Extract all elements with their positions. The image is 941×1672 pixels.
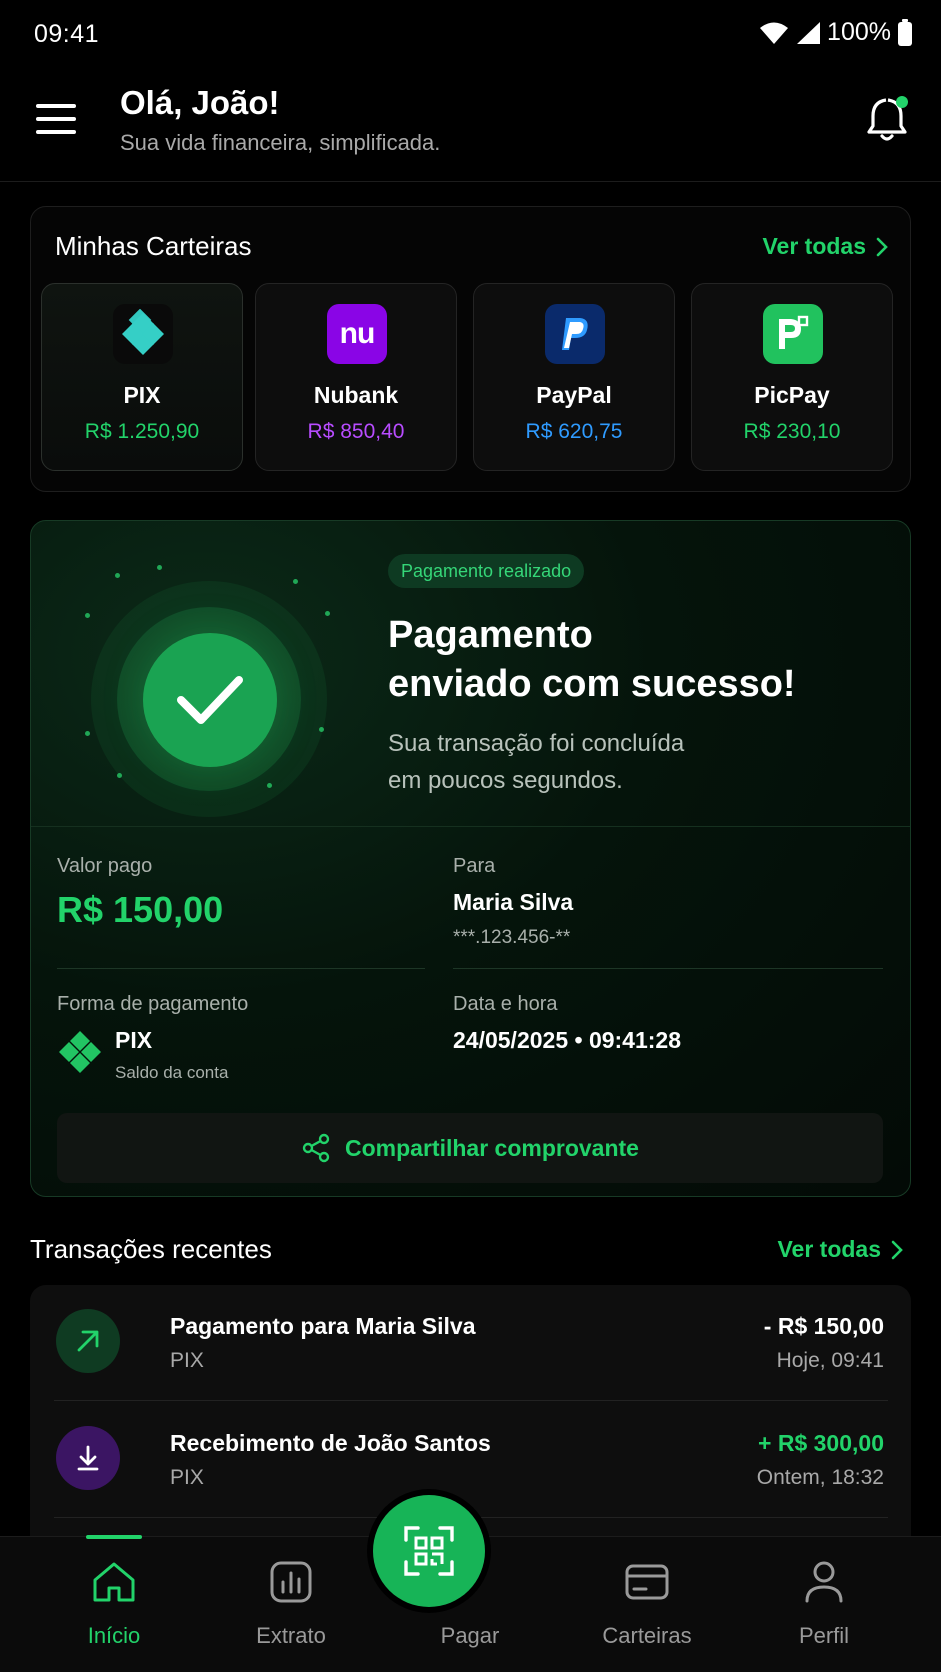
- checkmark-icon: [143, 633, 277, 767]
- signal-icon: [797, 21, 821, 44]
- transaction-name: Recebimento de João Santos: [170, 1430, 491, 1456]
- app-header: Olá, João! Sua vida financeira, simplifi…: [0, 66, 941, 182]
- success-title: Pagamento enviado com sucesso!: [388, 611, 796, 709]
- greeting-subtitle: Sua vida financeira, simplificada.: [120, 130, 441, 155]
- amount-label: Valor pago: [57, 855, 153, 877]
- nubank-logo-icon: nu: [327, 304, 387, 364]
- success-hero: Pagamento realizado Pagamento enviado co…: [31, 521, 910, 827]
- chart-icon: [266, 1557, 316, 1607]
- wallet-balance: R$ 230,10: [743, 420, 841, 443]
- share-receipt-label: Compartilhar comprovante: [345, 1134, 639, 1161]
- transactions-see-all-label: Ver todas: [777, 1236, 881, 1262]
- transaction-time: Hoje, 09:41: [776, 1349, 884, 1372]
- home-icon: [89, 1557, 139, 1607]
- wallet-balance: R$ 620,75: [525, 420, 623, 443]
- wallets-section: Minhas Carteiras Ver todas PIX R$ 1.250,…: [30, 206, 911, 492]
- battery-icon: [898, 18, 912, 46]
- transaction-name: Pagamento para Maria Silva: [170, 1313, 476, 1339]
- nav-statement[interactable]: Extrato: [216, 1537, 366, 1672]
- bottom-navigation: Início Extrato Pagar Carteiras Perfil: [0, 1495, 941, 1672]
- arrow-down-icon: [56, 1426, 120, 1490]
- notifications-button[interactable]: [865, 94, 911, 144]
- method-name: PIX: [115, 1027, 153, 1053]
- recipient-document: ***.123.456-**: [453, 927, 571, 948]
- arrow-up-right-icon: [56, 1309, 120, 1373]
- nav-home-label: Início: [87, 1623, 141, 1648]
- wallet-balance: R$ 850,40: [307, 420, 405, 443]
- wallet-name: Nubank: [313, 382, 399, 408]
- recipient-name: Maria Silva: [453, 889, 574, 915]
- transaction-amount: - R$ 150,00: [763, 1313, 884, 1339]
- wallet-name: PayPal: [536, 382, 612, 408]
- pix-logo-icon: [113, 304, 173, 364]
- transactions-see-all-link[interactable]: Ver todas: [777, 1236, 903, 1263]
- menu-icon[interactable]: [36, 104, 76, 136]
- nav-profile[interactable]: Perfil: [749, 1537, 899, 1672]
- wallets-see-all-link[interactable]: Ver todas: [762, 233, 888, 260]
- wallet-card-pix[interactable]: PIX R$ 1.250,90: [41, 283, 243, 471]
- nav-home[interactable]: Início: [39, 1535, 189, 1672]
- wallet-card-nubank[interactable]: nu Nubank R$ 850,40: [255, 283, 457, 471]
- share-receipt-button[interactable]: Compartilhar comprovante: [57, 1113, 883, 1183]
- bell-icon: [867, 96, 908, 141]
- datetime-value: 24/05/2025 • 09:41:28: [453, 1027, 682, 1053]
- wallets-see-all-label: Ver todas: [762, 233, 866, 259]
- wallet-balance: R$ 1.250,90: [84, 420, 200, 443]
- method-subtitle: Saldo da conta: [115, 1063, 229, 1082]
- wallet-card-picpay[interactable]: PicPay R$ 230,10: [691, 283, 893, 471]
- nav-pay[interactable]: Pagar: [373, 1495, 545, 1672]
- nav-statement-label: Extrato: [256, 1623, 326, 1648]
- nav-pay-label: Pagar: [440, 1623, 500, 1648]
- amount-value: R$ 150,00: [57, 889, 224, 930]
- divider: [453, 968, 883, 969]
- transaction-row[interactable]: Recebimento de João Santos PIX + R$ 300,…: [54, 1402, 888, 1518]
- wallet-name: PIX: [123, 382, 161, 408]
- wallet-name: PicPay: [754, 382, 830, 408]
- success-description-line2: em poucos segundos.: [388, 767, 623, 794]
- battery-level: 100%: [827, 18, 891, 46]
- nav-wallets-label: Carteiras: [602, 1623, 692, 1648]
- transaction-row[interactable]: Pagamento para Maria Silva PIX - R$ 150,…: [54, 1285, 888, 1401]
- wifi-icon: [760, 22, 789, 44]
- status-bar: 09:41 100%: [0, 0, 941, 66]
- divider: [57, 968, 425, 969]
- pay-button[interactable]: [373, 1495, 485, 1607]
- chevron-right-icon: [876, 237, 888, 256]
- status-badge: Pagamento realizado: [388, 554, 585, 588]
- nav-profile-label: Perfil: [798, 1623, 850, 1648]
- transaction-method: PIX: [170, 1466, 204, 1489]
- success-title-line1: Pagamento: [388, 614, 593, 656]
- share-icon: [302, 1133, 330, 1163]
- transaction-method: PIX: [170, 1349, 204, 1372]
- wallets-title: Minhas Carteiras: [55, 231, 252, 261]
- wallet-card-paypal[interactable]: PayPal R$ 620,75: [473, 283, 675, 471]
- datetime-label: Data e hora: [453, 993, 558, 1015]
- pix-icon: [57, 1029, 103, 1080]
- status-icons: 100%: [759, 18, 913, 47]
- recipient-label: Para: [453, 855, 496, 877]
- success-description-line1: Sua transação foi concluída: [388, 730, 685, 757]
- paypal-logo-icon: [545, 304, 605, 364]
- greeting: Olá, João!: [120, 84, 280, 121]
- picpay-logo-icon: [763, 304, 823, 364]
- qr-scan-icon: [404, 1526, 454, 1576]
- success-description: Sua transação foi concluída em poucos se…: [388, 725, 748, 799]
- transactions-title: Transações recentes: [30, 1234, 272, 1264]
- transaction-amount: + R$ 300,00: [758, 1430, 884, 1456]
- chevron-right-icon: [891, 1240, 903, 1259]
- card-icon: [622, 1557, 672, 1607]
- payment-success-card: Pagamento realizado Pagamento enviado co…: [30, 520, 911, 1197]
- success-title-line2: enviado com sucesso!: [388, 663, 796, 705]
- user-icon: [799, 1557, 849, 1607]
- transaction-time: Ontem, 18:32: [756, 1466, 884, 1489]
- method-label: Forma de pagamento: [57, 993, 249, 1015]
- nav-wallets[interactable]: Carteiras: [572, 1537, 722, 1672]
- clock: 09:41: [34, 20, 100, 48]
